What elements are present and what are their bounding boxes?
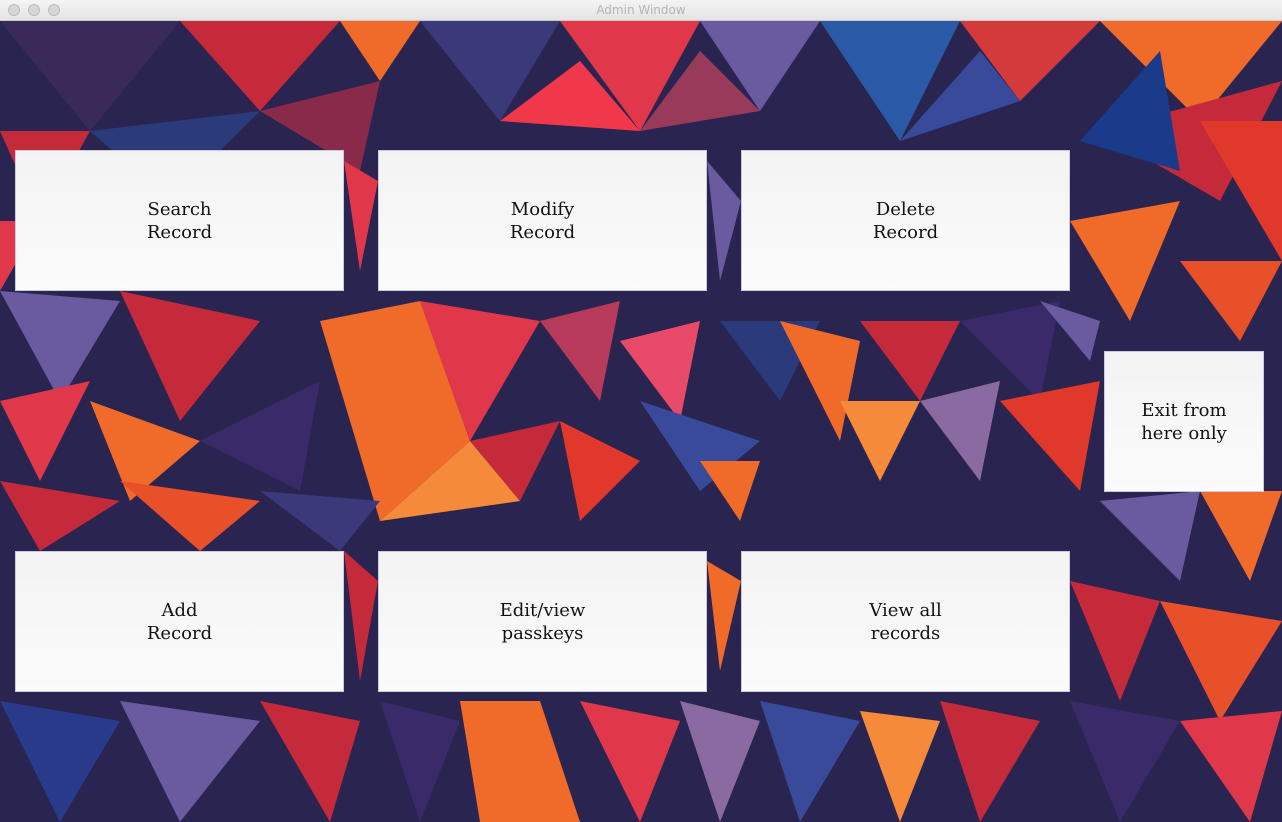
view-all-records-label: View all records [869, 599, 942, 644]
add-record-label: Add Record [146, 599, 213, 644]
exit-button[interactable]: Exit from here only [1104, 351, 1264, 492]
modify-record-label: Modify Record [509, 198, 576, 243]
exit-label: Exit from here only [1141, 399, 1227, 444]
window-content: Search Record Modify Record Delete Recor… [0, 21, 1282, 822]
window-title: Admin Window [596, 3, 686, 17]
delete-record-label: Delete Record [872, 198, 939, 243]
admin-window: Admin Window Search Record Modify Record… [0, 0, 1282, 822]
edit-passkeys-label: Edit/view passkeys [499, 599, 586, 644]
delete-record-button[interactable]: Delete Record [741, 150, 1070, 291]
modify-record-button[interactable]: Modify Record [378, 150, 707, 291]
polygon-background-image [0, 21, 1282, 822]
add-record-button[interactable]: Add Record [15, 551, 344, 692]
view-all-records-button[interactable]: View all records [741, 551, 1070, 692]
edit-passkeys-button[interactable]: Edit/view passkeys [378, 551, 707, 692]
search-record-button[interactable]: Search Record [15, 150, 344, 291]
title-bar[interactable]: Admin Window [0, 0, 1282, 21]
search-record-label: Search Record [146, 198, 213, 243]
